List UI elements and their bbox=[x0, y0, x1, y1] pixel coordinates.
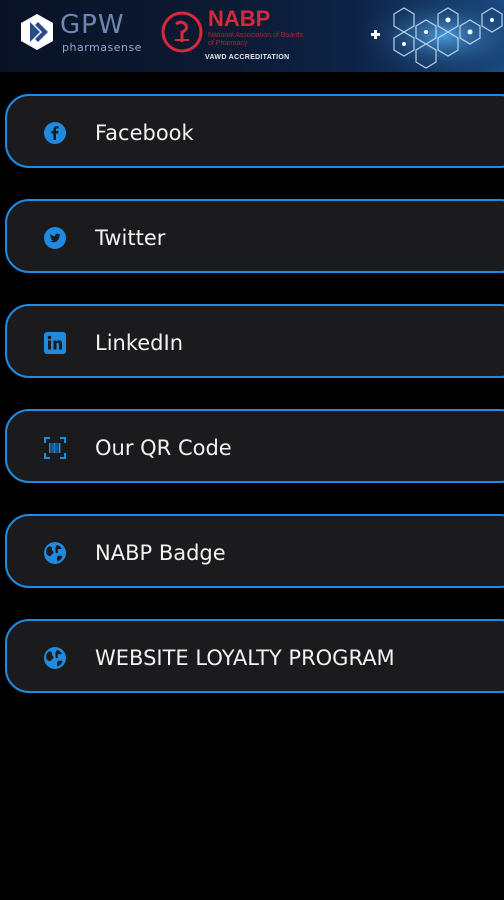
twitter-icon bbox=[44, 227, 66, 249]
qr-code-icon bbox=[44, 437, 66, 459]
menu-item-label: WEBSITE LOYALTY PROGRAM bbox=[95, 646, 395, 670]
linkedin-icon bbox=[44, 332, 66, 354]
globe-icon bbox=[44, 542, 66, 564]
nabp-seal-icon bbox=[161, 11, 203, 53]
menu-item-facebook[interactable]: Facebook bbox=[5, 94, 504, 168]
vawd-accreditation-label: VAWD ACCREDITATION bbox=[205, 54, 290, 61]
menu-item-qr-code[interactable]: Our QR Code bbox=[5, 409, 504, 483]
menu-item-label: Twitter bbox=[95, 226, 166, 250]
menu-item-label: Facebook bbox=[95, 121, 194, 145]
menu-item-nabp-badge[interactable]: NABP Badge bbox=[5, 514, 504, 588]
menu-item-website-loyalty-program[interactable]: WEBSITE LOYALTY PROGRAM bbox=[5, 619, 504, 693]
nabp-subtitle: National Association of Boards of Pharma… bbox=[208, 32, 303, 47]
globe-icon bbox=[44, 647, 66, 669]
app-header-banner: GPW pharmasense NABP National Associatio… bbox=[0, 0, 504, 72]
menu-item-label: Our QR Code bbox=[95, 436, 232, 460]
nabp-title: NABP bbox=[208, 6, 271, 31]
gpw-logo-subtext: pharmasense bbox=[62, 41, 142, 54]
menu-item-twitter[interactable]: Twitter bbox=[5, 199, 504, 273]
gpw-logo-icon bbox=[21, 14, 53, 50]
facebook-icon bbox=[44, 122, 66, 144]
gpw-logo-text: GPW bbox=[60, 10, 125, 40]
menu-item-label: NABP Badge bbox=[95, 541, 226, 565]
medical-hex-graphic bbox=[354, 0, 504, 72]
menu-item-label: LinkedIn bbox=[95, 331, 184, 355]
menu-item-linkedin[interactable]: LinkedIn bbox=[5, 304, 504, 378]
